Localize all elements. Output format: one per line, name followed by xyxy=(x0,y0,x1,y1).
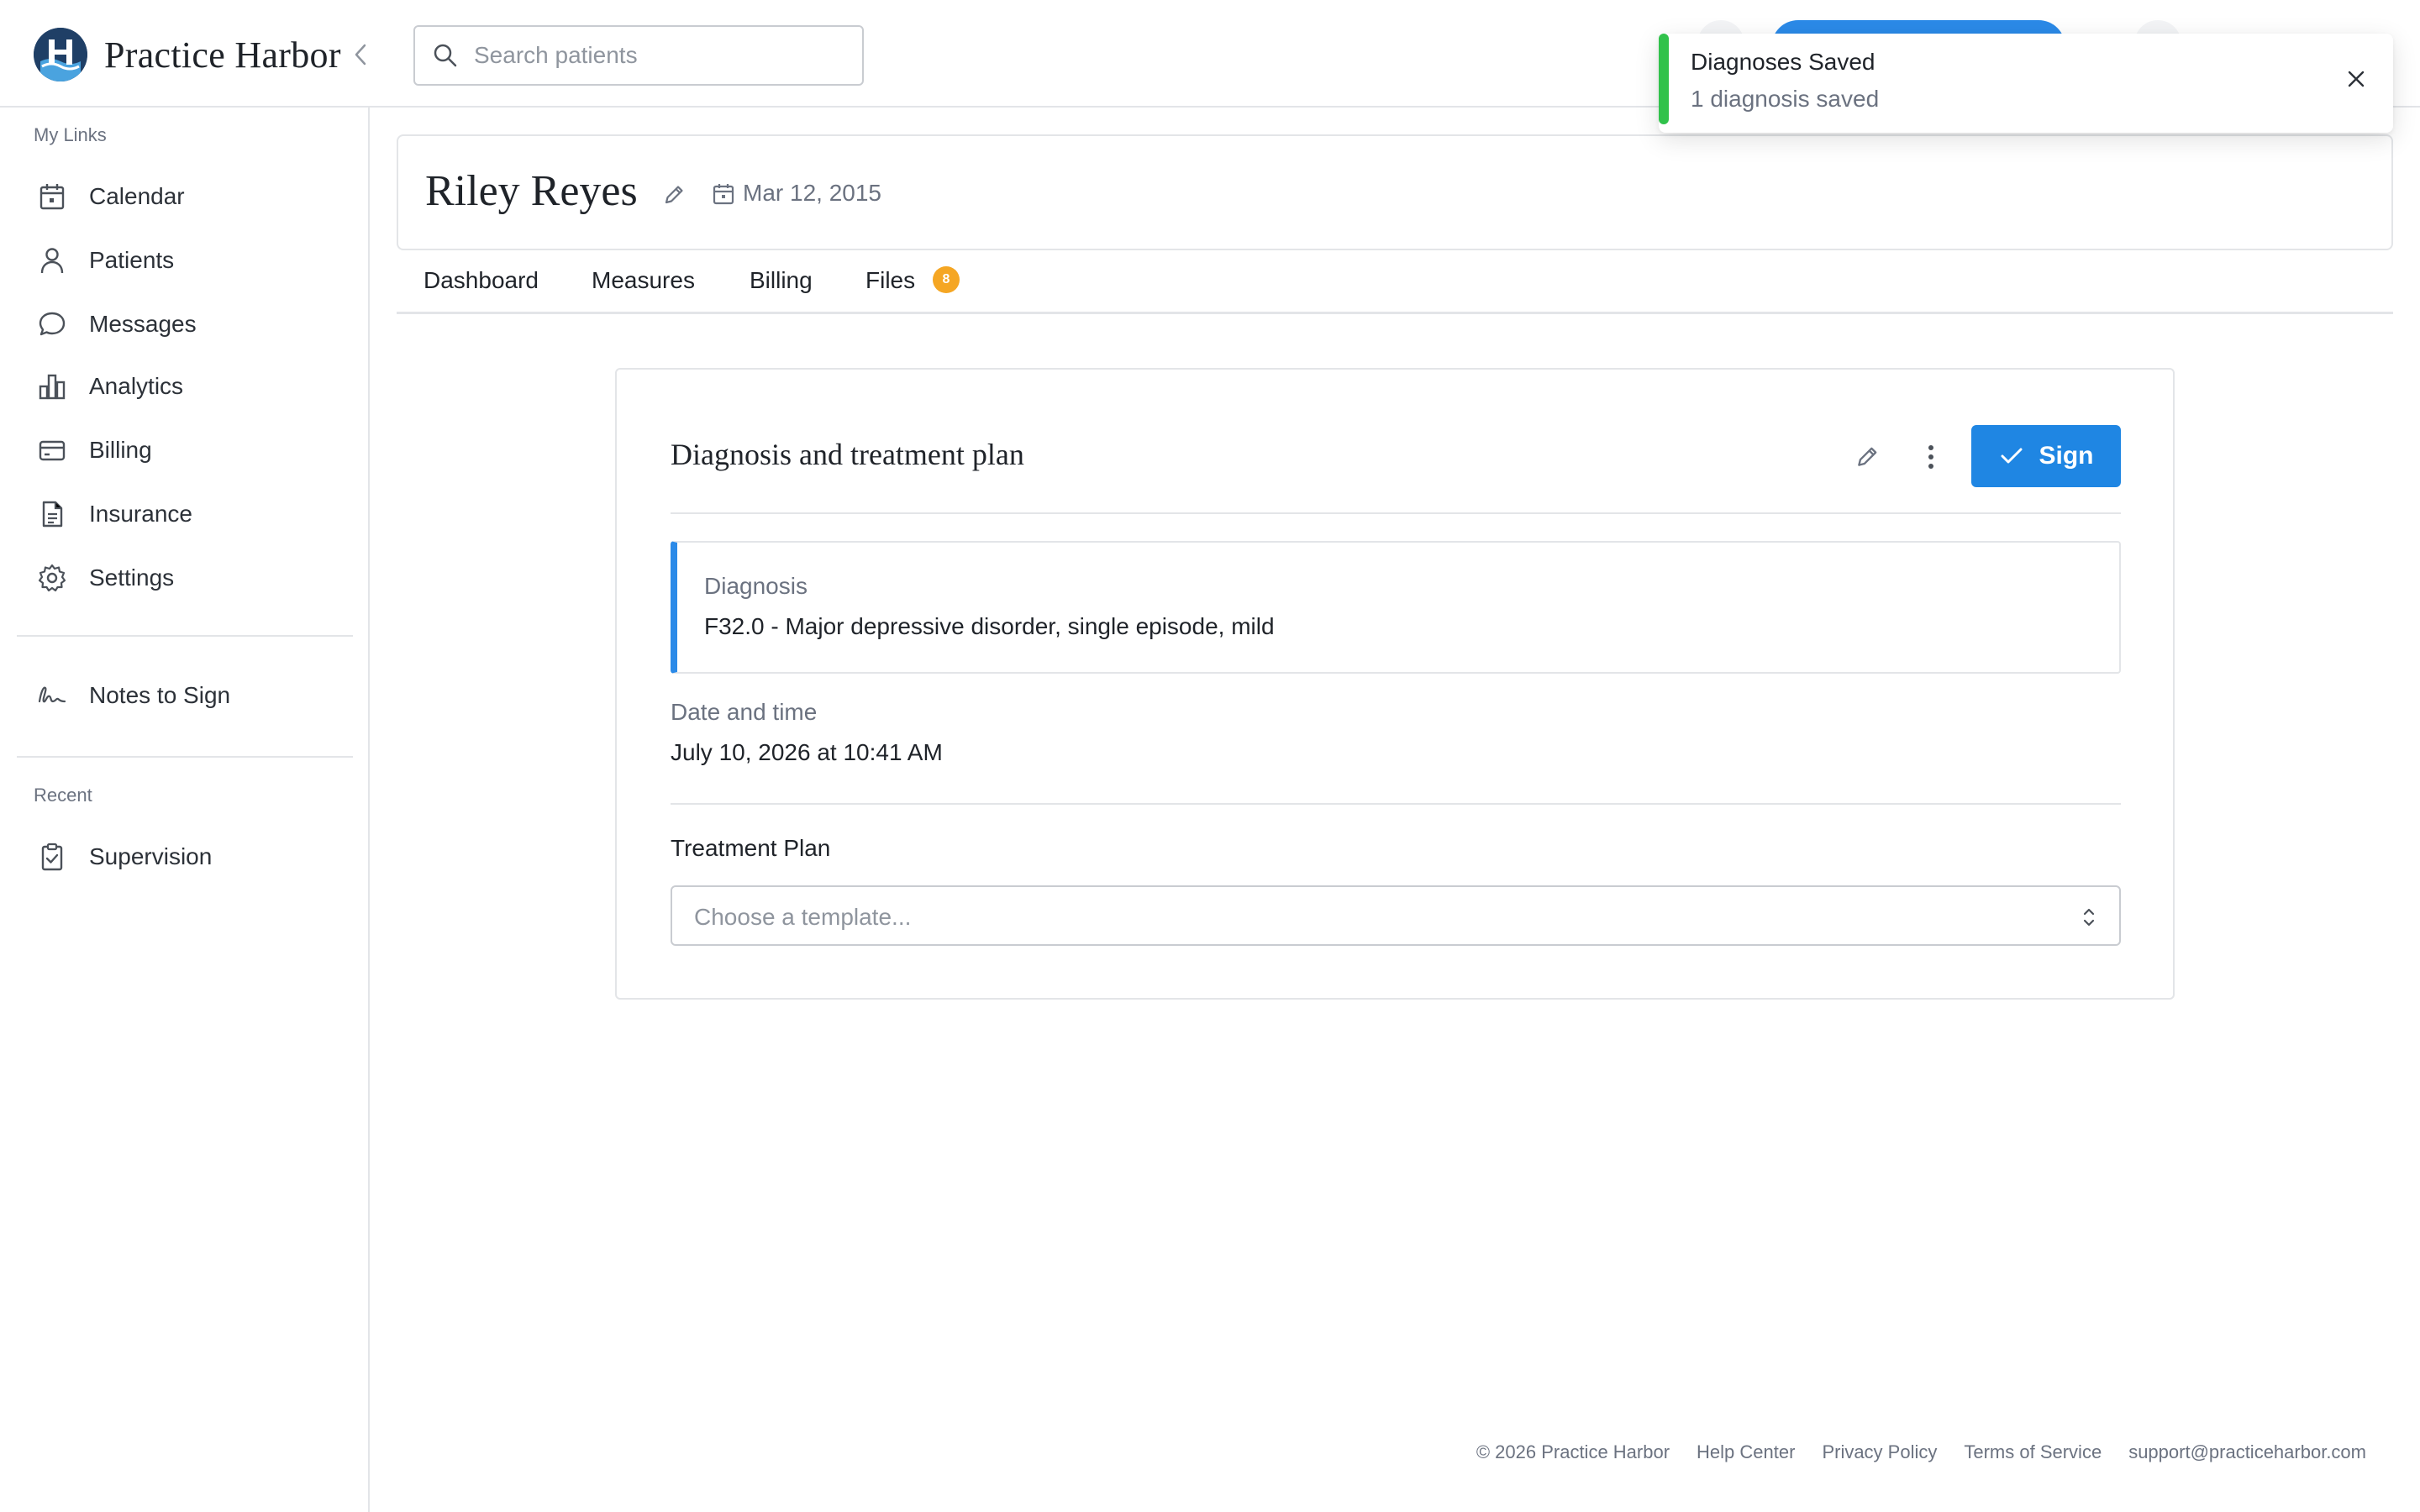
sidebar-item-label: Calendar xyxy=(89,183,185,209)
pencil-icon xyxy=(665,186,683,204)
credit-card-icon xyxy=(34,432,71,469)
footer-link-privacy-policy[interactable]: Privacy Policy xyxy=(1822,1441,1937,1463)
tab-files[interactable]: Files xyxy=(865,267,915,294)
close-icon xyxy=(2348,71,2365,87)
diagnosis-plan-card: Diagnosis and treatment plan Sign Diagno… xyxy=(615,368,2175,1000)
bar-chart-icon xyxy=(34,368,71,405)
files-count-badge: 8 xyxy=(933,266,960,293)
sidebar: My Links Calendar Patients Messages Anal… xyxy=(0,108,370,1512)
calendar-icon xyxy=(709,180,738,208)
chat-bubble-icon xyxy=(34,306,71,343)
sign-button-label: Sign xyxy=(2039,442,2094,470)
diagnosis-label: Diagnosis xyxy=(704,573,808,599)
patient-tabs: Dashboard Measures Billing Files xyxy=(397,252,2393,314)
footer-link-support-email[interactable]: support@practiceharbor.com xyxy=(2128,1441,2366,1463)
sidebar-item-label: Billing xyxy=(89,437,152,463)
search-input[interactable] xyxy=(474,42,844,69)
toast-message: 1 diagnosis saved xyxy=(1691,86,1880,112)
sidebar-item-messages[interactable]: Messages xyxy=(34,299,353,349)
sidebar-item-billing[interactable]: Billing xyxy=(34,425,353,475)
footer-link-help-center[interactable]: Help Center xyxy=(1697,1441,1795,1463)
sidebar-item-label: Notes to Sign xyxy=(89,682,231,708)
footer-link-terms-of-service[interactable]: Terms of Service xyxy=(1964,1441,2102,1463)
patient-name: Riley Reyes xyxy=(425,167,638,215)
card-divider xyxy=(671,803,2121,805)
signature-icon xyxy=(34,677,71,714)
sidebar-divider xyxy=(17,635,353,637)
treatment-template-select[interactable]: Choose a template... xyxy=(671,885,2121,946)
datetime-value: July 10, 2026 at 10:41 AM xyxy=(671,739,943,765)
sidebar-item-insurance[interactable]: Insurance xyxy=(34,489,353,539)
sidebar-item-label: Patients xyxy=(89,247,175,273)
brand-name: Practice Harbor xyxy=(104,34,341,76)
datetime-label: Date and time xyxy=(671,699,818,725)
recent-label: Recent xyxy=(34,785,92,806)
sidebar-item-analytics[interactable]: Analytics xyxy=(34,361,353,412)
sidebar-item-calendar[interactable]: Calendar xyxy=(34,171,353,222)
treatment-plan-label: Treatment Plan xyxy=(671,835,831,861)
diagnosis-box[interactable]: Diagnosis F32.0 - Major depressive disor… xyxy=(671,541,2121,674)
gear-icon xyxy=(34,559,71,596)
select-placeholder: Choose a template... xyxy=(694,904,912,930)
collapse-sidebar-button[interactable] xyxy=(348,40,373,69)
sidebar-item-label: Messages xyxy=(89,311,197,337)
sign-button[interactable]: Sign xyxy=(1971,425,2121,487)
toast-title: Diagnoses Saved xyxy=(1691,49,1876,75)
brand[interactable]: Practice Harbor xyxy=(34,28,341,81)
card-divider xyxy=(671,512,2121,514)
sidebar-item-label: Supervision xyxy=(89,843,213,869)
user-icon xyxy=(34,242,71,279)
footer-copyright: © 2026 Practice Harbor xyxy=(1476,1441,1670,1462)
patient-header: Riley Reyes Mar 12, 2015 xyxy=(397,134,2393,250)
search-icon xyxy=(430,40,460,71)
chevron-up-down-icon xyxy=(2077,904,2101,931)
sidebar-item-label: Settings xyxy=(89,564,175,591)
plan-title: Diagnosis and treatment plan xyxy=(671,438,1024,471)
toast-notification: Diagnoses Saved 1 diagnosis saved xyxy=(1659,34,2393,133)
edit-plan-button[interactable] xyxy=(1850,440,1884,474)
pencil-icon xyxy=(1858,447,1877,466)
clipboard-check-icon xyxy=(34,838,71,875)
patient-dob: Mar 12, 2015 xyxy=(743,180,881,206)
edit-patient-button[interactable] xyxy=(659,180,689,210)
document-icon xyxy=(34,496,71,533)
sidebar-item-label: Insurance xyxy=(89,501,192,527)
sidebar-divider xyxy=(17,756,353,758)
my-links-label: My Links xyxy=(34,124,107,145)
practice-harbor-logo-icon xyxy=(34,28,87,81)
sidebar-item-patients[interactable]: Patients xyxy=(34,235,353,286)
diagnosis-value: F32.0 - Major depressive disorder, singl… xyxy=(704,613,1275,639)
sidebar-item-settings[interactable]: Settings xyxy=(34,553,353,603)
sidebar-item-label: Analytics xyxy=(89,373,184,399)
close-toast-button[interactable] xyxy=(2341,64,2371,94)
tab-billing[interactable]: Billing xyxy=(750,267,813,294)
sidebar-item-notes-to-sign[interactable]: Notes to Sign xyxy=(34,670,353,721)
toast-success-bar xyxy=(1659,34,1669,124)
tab-measures[interactable]: Measures xyxy=(592,267,695,294)
more-options-button[interactable] xyxy=(1914,440,1948,474)
search-box[interactable] xyxy=(413,25,864,86)
chevron-left-icon xyxy=(355,44,366,66)
sidebar-item-supervision[interactable]: Supervision xyxy=(34,832,353,882)
check-icon xyxy=(1999,444,2024,469)
footer: © 2026 Practice Harbor Help Center Priva… xyxy=(1476,1441,2366,1463)
calendar-icon xyxy=(34,178,71,215)
more-vertical-icon xyxy=(1928,445,1933,469)
tab-dashboard[interactable]: Dashboard xyxy=(424,267,539,294)
